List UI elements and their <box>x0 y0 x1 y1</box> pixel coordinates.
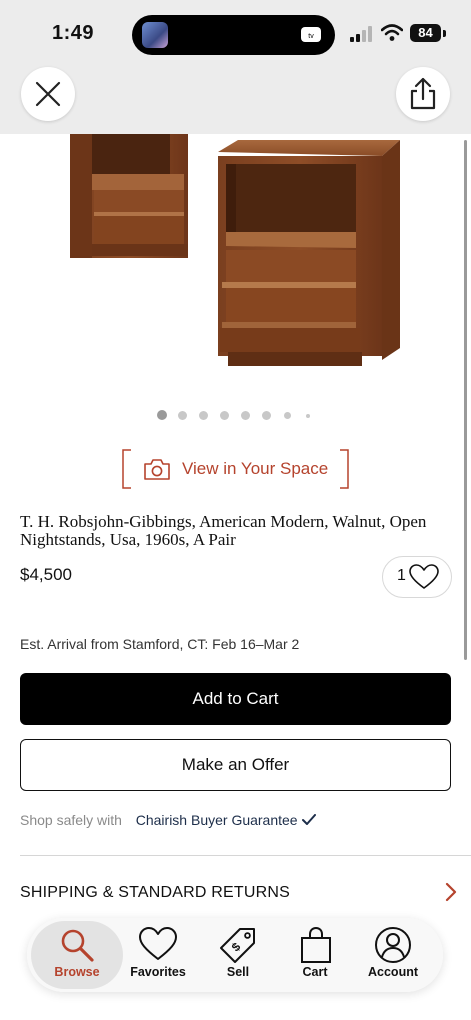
tab-label: Cart <box>302 965 328 979</box>
heart-icon <box>409 564 439 589</box>
tab-favorites[interactable]: Favorites <box>124 918 192 992</box>
section-divider <box>20 855 471 856</box>
carousel-dot[interactable] <box>199 411 208 420</box>
guarantee-prefix: Shop safely with <box>20 812 122 828</box>
favorite-button[interactable]: 1 <box>382 556 452 598</box>
cellular-signal-icon <box>350 26 372 42</box>
carousel-dot[interactable] <box>262 411 271 420</box>
dynamic-island: tv <box>132 15 335 55</box>
now-playing-thumbnail <box>142 22 168 48</box>
tab-label: Account <box>368 965 418 979</box>
camera-icon <box>144 459 170 480</box>
tag-icon: $ <box>220 928 255 963</box>
tab-account[interactable]: Account <box>359 918 427 992</box>
tab-label: Browse <box>54 965 100 979</box>
checkmark-icon <box>301 814 316 825</box>
carousel-dot[interactable] <box>306 414 310 418</box>
tab-label: Favorites <box>130 965 186 979</box>
make-offer-button[interactable]: Make an Offer <box>20 739 451 791</box>
nightstand-left <box>70 134 188 258</box>
bottom-tab-bar: Browse Favorites $ Sell Cart Account <box>27 918 443 992</box>
product-image-carousel[interactable] <box>0 134 471 394</box>
view-in-your-space-button[interactable]: View in Your Space <box>122 449 349 489</box>
apple-tv-icon: tv <box>301 27 321 42</box>
favorite-count: 1 <box>397 567 406 584</box>
status-time: 1:49 <box>52 22 95 44</box>
share-icon <box>410 77 436 110</box>
svg-text:$: $ <box>229 939 244 954</box>
product-price: $4,500 <box>20 565 72 584</box>
buyer-guarantee: Shop safely with Chairish Buyer Guarante… <box>20 812 316 828</box>
carousel-dot[interactable] <box>157 410 167 420</box>
wifi-icon <box>381 24 403 41</box>
product-photo <box>70 134 400 366</box>
share-button[interactable] <box>396 67 450 121</box>
carousel-dot[interactable] <box>178 411 187 420</box>
close-icon <box>35 81 61 107</box>
svg-text:tv: tv <box>308 33 314 40</box>
close-button[interactable] <box>21 67 75 121</box>
search-icon <box>61 929 94 962</box>
tab-label: Sell <box>226 965 250 979</box>
carousel-dot[interactable] <box>284 412 291 419</box>
carousel-dot[interactable] <box>241 411 250 420</box>
nightstand-right <box>218 140 400 366</box>
carousel-dot[interactable] <box>220 411 229 420</box>
shipping-returns-label[interactable]: SHIPPING & STANDARD RETURNS <box>20 884 290 902</box>
view-in-your-space-label: View in Your Space <box>182 459 329 478</box>
add-to-cart-button[interactable]: Add to Cart <box>20 673 451 725</box>
heart-icon <box>139 927 177 960</box>
product-title: T. H. Robsjohn-Gibbings, American Modern… <box>20 512 427 549</box>
shopping-bag-icon <box>301 926 331 963</box>
scrollbar[interactable] <box>464 140 467 660</box>
tab-browse[interactable]: Browse <box>27 918 127 992</box>
estimated-arrival: Est. Arrival from Stamford, CT: Feb 16–M… <box>20 636 300 652</box>
tab-sell[interactable]: $ Sell <box>205 918 271 992</box>
buyer-guarantee-link[interactable]: Chairish Buyer Guarantee <box>136 812 298 828</box>
tab-cart[interactable]: Cart <box>282 918 348 992</box>
battery-indicator: 84 <box>410 24 441 42</box>
chevron-right-icon[interactable] <box>444 882 458 902</box>
carousel-pagination[interactable] <box>0 406 471 424</box>
battery-cap <box>443 30 446 37</box>
user-icon <box>375 927 411 963</box>
